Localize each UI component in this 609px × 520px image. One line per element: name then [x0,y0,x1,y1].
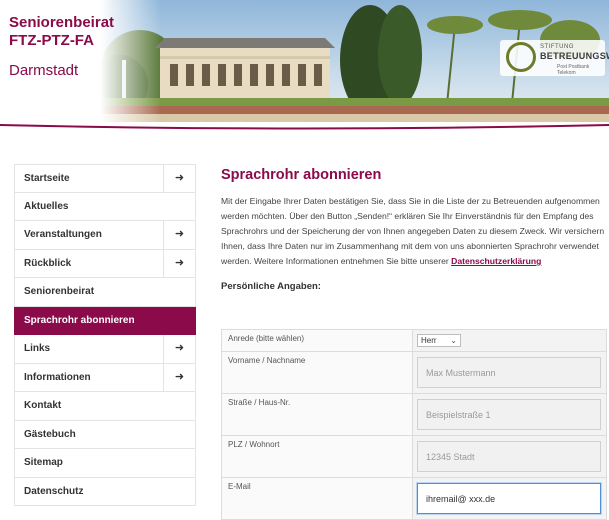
sidebar-item[interactable]: Sitemap [14,449,196,478]
logo-main-text: BETREUUNGSWERK [540,51,609,61]
sidebar-item-label: Rückblick [24,257,72,269]
page-title: Sprachrohr abonnieren [221,167,382,183]
sidebar-item[interactable]: Datenschutz [14,477,196,506]
brand-title-line2: FTZ-PTZ-FA [9,32,94,49]
street-input[interactable]: Beispielstraße 1 [417,399,601,430]
form-row-city: PLZ / Wohnort 12345 Stadt [221,436,607,478]
email-input[interactable]: ihremail@ xxx.de [417,483,601,514]
sidebar-item-label: Veranstaltungen [24,229,102,240]
sidebar-item-label: Kontakt [24,400,62,411]
chevron-down-icon: ⌄ [450,336,457,345]
salutation-cell: Herr ⌄ [412,330,606,351]
salutation-value: Herr [421,336,437,345]
sidebar-item[interactable]: Sprachrohr abonnieren [14,306,196,335]
form-row-email: E-Mail ihremail@ xxx.de [221,478,607,520]
city-cell: 12345 Stadt [412,436,606,477]
logo-emblem-icon [506,42,536,72]
sidebar-item[interactable]: Startseite ➜ [14,164,196,193]
main-content: Sprachrohr abonnieren Mit der Eingabe Ih… [221,166,606,292]
arrow-right-icon[interactable]: ➜ [163,335,195,363]
city-input[interactable]: 12345 Stadt [417,441,601,472]
sidebar-item-label: Startseite [24,173,70,184]
arrow-right-icon[interactable]: ➜ [163,363,195,391]
sidebar-item[interactable]: Informationen ➜ [14,363,196,392]
arrow-right-icon[interactable]: ➜ [163,249,195,277]
sidebar-nav: Startseite ➜ Aktuelles Veranstaltungen ➜ Rück… [14,164,196,506]
subscription-form: Anrede (bitte wählen) Herr ⌄ Vorname / N… [221,329,607,520]
form-row-salutation: Anrede (bitte wählen) Herr ⌄ [221,330,607,352]
logo-small-text: STIFTUNG [540,44,574,50]
sidebar-item-label: Aktuelles [24,200,69,212]
logo-sub-text: Post Postbank Telekom [557,64,590,76]
sidebar-item-label: Links [24,343,51,354]
email-value: ihremail@ xxx.de [426,493,496,504]
sidebar-item-label: Informationen [24,371,91,383]
stiftung-logo[interactable]: STIFTUNG BETREUUNGSWERK Post Postbank Te… [500,40,609,76]
site-header: Seniorenbeirat FTZ-PTZ-FA Darmstadt STIF… [0,0,609,122]
intro-paragraph: Mit der Eingabe Ihrer Daten bestätigen S… [221,194,606,269]
sidebar-item-label: Sprachrohr abonnieren [24,314,135,326]
name-input[interactable]: Max Mustermann [417,357,601,388]
header-divider [0,124,609,130]
name-placeholder: Max Mustermann [426,367,496,378]
sidebar-item-label: Sitemap [24,457,63,468]
sidebar-item-label: Gästebuch [24,428,76,440]
city-placeholder: 12345 Stadt [426,451,475,462]
email-cell: ihremail@ xxx.de [412,478,606,519]
arrow-right-icon[interactable]: ➜ [163,165,195,192]
salutation-label: Anrede (bitte wählen) [228,334,305,343]
street-placeholder: Beispielstraße 1 [426,409,491,420]
street-cell: Beispielstraße 1 [412,394,606,435]
street-label: Straße / Haus-Nr. [228,398,291,407]
section-heading: Persönliche Angaben: [221,281,321,292]
sidebar-item-label: Seniorenbeirat [24,286,95,297]
name-cell: Max Mustermann [412,352,606,393]
privacy-policy-link[interactable]: Datenschutzerklärung [451,256,541,266]
brand-title-line1: Seniorenbeirat [9,14,115,31]
site-brand[interactable]: Seniorenbeirat FTZ-PTZ-FA Darmstadt [9,14,115,80]
name-label: Vorname / Nachname [228,356,306,365]
salutation-select[interactable]: Herr ⌄ [417,334,461,347]
sidebar-item[interactable]: Kontakt [14,392,196,421]
sidebar-item[interactable]: Aktuelles [14,192,196,221]
sidebar-item[interactable]: Rückblick ➜ [14,249,196,278]
sidebar-item[interactable]: Veranstaltungen ➜ [14,221,196,250]
sidebar-item[interactable]: Links ➜ [14,335,196,364]
form-row-street: Straße / Haus-Nr. Beispielstraße 1 [221,394,607,436]
city-label: PLZ / Wohnort [228,440,280,449]
sidebar-item[interactable]: Gästebuch [14,420,196,449]
sidebar-item-label: Datenschutz [24,485,84,497]
brand-city: Darmstadt [9,62,79,79]
form-row-name: Vorname / Nachname Max Mustermann [221,352,607,394]
arrow-right-icon[interactable]: ➜ [163,221,195,249]
sidebar-item[interactable]: Seniorenbeirat [14,278,196,307]
intro-text: Mit der Eingabe Ihrer Daten bestätigen S… [221,196,605,266]
